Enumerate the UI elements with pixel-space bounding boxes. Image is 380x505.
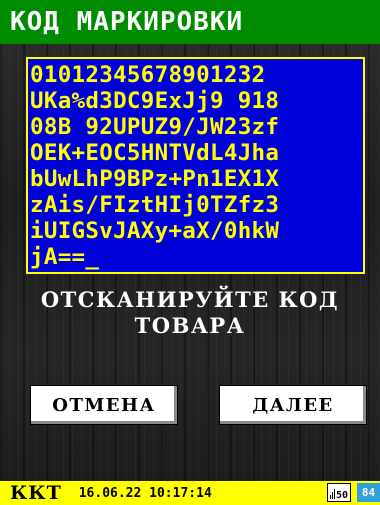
screen-title-text: КОД МАРКИРОВКИ [10, 7, 244, 37]
signal-indicator: 50 [327, 483, 351, 502]
marking-code-line: OEK+EOC5HNTVdL4Jha [30, 140, 280, 166]
signal-value: 50 [335, 490, 349, 501]
scan-prompt-line-1: ОТСКАНИРУЙТЕ КОД [40, 287, 340, 312]
next-button-label: ДАЛЕЕ [252, 394, 334, 416]
marking-code-line: zAis/FIztHIj0TZfz3 [30, 192, 280, 218]
device-label: ККТ [10, 482, 62, 504]
screen-title: КОД МАРКИРОВКИ [0, 0, 380, 44]
marking-code-line: iUIGSvJAXy+aX/0hkW [30, 218, 280, 244]
marking-code-display: 01012345678901232 UKa%d3DC9ExJj9 918 08B… [26, 57, 365, 274]
marking-code-line: bUwLhP9BPz+Pn1EX1X [30, 166, 280, 192]
battery-value: 84 [361, 486, 376, 499]
marking-code-line: UKa%d3DC9ExJj9 918 [30, 88, 280, 114]
cancel-button[interactable]: ОТМЕНА [30, 385, 178, 425]
status-bar: ККТ 16.06.22 10:17:14 50 84 [0, 481, 380, 505]
datetime: 16.06.22 10:17:14 [78, 485, 212, 501]
marking-code-line: jA==_ [30, 244, 100, 270]
scan-prompt-line-2: ТОВАРА [134, 313, 246, 338]
scan-prompt: ОТСКАНИРУЙТЕ КОД ТОВАРА [0, 287, 380, 339]
marking-code-line: 08B 92UPUZ9/JW23zf [30, 114, 280, 140]
signal-icon [330, 489, 335, 499]
battery-indicator: 84 [357, 483, 380, 502]
next-button[interactable]: ДАЛЕЕ [219, 385, 367, 425]
marking-code-line: 01012345678901232 [30, 62, 266, 88]
cancel-button-label: ОТМЕНА [52, 394, 156, 416]
